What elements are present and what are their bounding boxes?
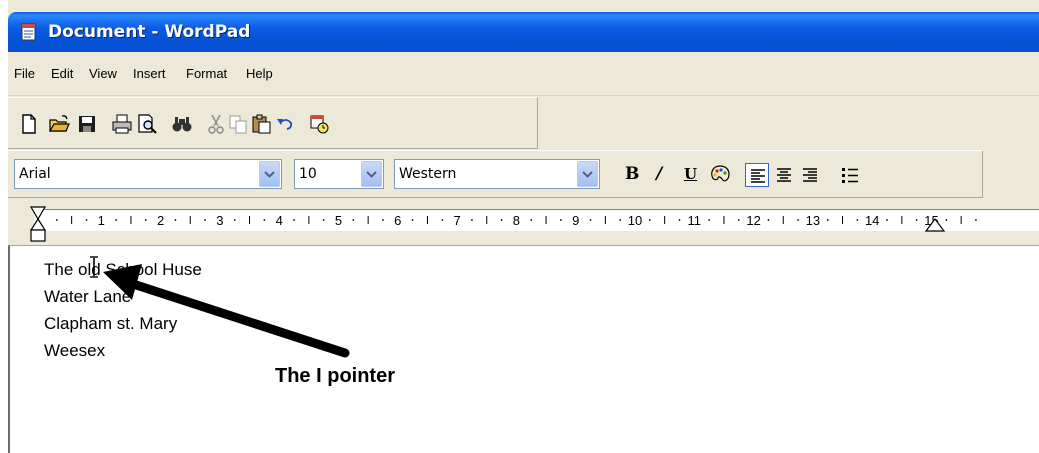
ruler-tick [500, 219, 503, 221]
ruler-tick [263, 219, 266, 221]
new-icon[interactable] [18, 113, 40, 135]
ruler-tick [411, 219, 414, 221]
ruler-tick [441, 219, 444, 221]
ruler-tick [233, 219, 236, 221]
ruler-label: 3 [216, 213, 223, 228]
ruler-label: 2 [157, 213, 164, 228]
ruler-tick [115, 219, 118, 221]
ruler-label: 1 [98, 213, 105, 228]
ruler-tick [945, 219, 948, 221]
ruler-tick [915, 219, 918, 221]
menu-bar: File Edit View Insert Format Help [8, 52, 1039, 96]
ruler-tick [530, 219, 533, 221]
ruler-label: 13 [806, 213, 820, 228]
ruler-tick [55, 219, 58, 221]
wordpad-app-icon [20, 23, 38, 41]
title-bar[interactable]: Document - WordPad [8, 12, 1039, 52]
ruler-tick [886, 219, 888, 221]
annotation-label: The I pointer [275, 365, 395, 387]
ruler-tick [619, 219, 622, 221]
hanging-indent-marker[interactable] [29, 217, 47, 231]
paste-icon[interactable] [250, 113, 272, 135]
ruler-tick [797, 219, 799, 221]
align-left-icon[interactable] [745, 163, 769, 187]
ruler-tick [648, 219, 651, 221]
ruler-tick [382, 219, 384, 221]
ruler-tick [708, 219, 711, 221]
print-preview-icon[interactable] [136, 113, 158, 135]
menu-edit[interactable]: Edit [51, 66, 73, 81]
font-size-combo[interactable]: 10 [294, 159, 384, 189]
ruler-tick [678, 219, 681, 221]
document-area[interactable]: The old School Huse Water Lane Clapham s… [8, 245, 1039, 453]
align-center-icon[interactable] [772, 163, 796, 187]
date-time-icon[interactable] [308, 113, 330, 135]
ruler-tick [767, 219, 770, 221]
font-name-combo[interactable]: Arial [14, 159, 282, 189]
print-icon[interactable] [111, 113, 133, 135]
chevron-down-icon[interactable] [361, 161, 382, 187]
ruler-tick [826, 219, 829, 221]
ruler[interactable]: 1 2 3 4 5 6 7 8 9 10 11 12 13 14 15 [8, 199, 1039, 245]
chevron-down-icon[interactable] [259, 161, 280, 187]
ruler-label: 6 [394, 213, 401, 228]
format-toolbar: Arial 10 Western B / U [8, 150, 983, 198]
menu-help[interactable]: Help [246, 66, 273, 81]
underline-button[interactable]: U [684, 165, 697, 183]
ruler-label: 5 [335, 213, 342, 228]
ruler-tick [975, 219, 977, 221]
ruler-tick [293, 219, 295, 221]
ruler-tick [856, 219, 859, 221]
document-line[interactable]: The old School Huse [44, 260, 202, 280]
chevron-down-icon[interactable] [577, 161, 598, 187]
ruler-label: 8 [513, 213, 520, 228]
align-right-icon[interactable] [798, 163, 822, 187]
menu-file[interactable]: File [14, 66, 35, 81]
ruler-tick [737, 219, 740, 221]
document-line[interactable]: Clapham st. Mary [44, 314, 177, 334]
script-combo[interactable]: Western [394, 159, 600, 189]
ruler-label: 11 [688, 213, 702, 228]
ruler-label: 12 [746, 213, 760, 228]
ruler-marks: 1 2 3 4 5 6 7 8 9 10 11 12 13 14 15 [29, 206, 977, 242]
menu-insert[interactable]: Insert [133, 66, 166, 81]
first-line-indent-marker[interactable] [29, 206, 47, 221]
bullets-icon[interactable] [838, 163, 862, 187]
document-line[interactable]: Weesex [44, 341, 105, 361]
script-value: Western [399, 166, 457, 182]
menu-format[interactable]: Format [186, 66, 227, 81]
save-icon[interactable] [76, 113, 98, 135]
color-palette-icon[interactable] [708, 163, 732, 187]
open-icon[interactable] [48, 113, 70, 135]
font-name-value: Arial [19, 166, 51, 182]
left-indent-marker[interactable] [30, 229, 46, 242]
window-title: Document - WordPad [48, 22, 251, 42]
menu-view[interactable]: View [89, 66, 117, 81]
standard-toolbar [8, 97, 538, 149]
wordpad-window: Document - WordPad File Edit View Insert… [8, 0, 1039, 453]
undo-icon[interactable] [274, 113, 296, 135]
cut-icon[interactable] [205, 113, 227, 135]
ruler-tick [174, 219, 177, 221]
bold-button[interactable]: B [625, 164, 639, 184]
ruler-label: 7 [453, 213, 460, 228]
ruler-tick [471, 219, 473, 221]
ruler-label: 4 [276, 213, 283, 228]
ruler-tick [204, 219, 206, 221]
ruler-tick [144, 219, 147, 221]
ruler-tick [559, 219, 562, 221]
ruler-label: 14 [865, 213, 879, 228]
ruler-tick [322, 219, 325, 221]
ruler-tick [85, 219, 88, 221]
ruler-tick [589, 219, 592, 221]
document-line[interactable]: Water Lane [44, 287, 131, 307]
ruler-label: 10 [628, 213, 642, 228]
ruler-label: 9 [572, 213, 579, 228]
ruler-tick [352, 219, 355, 221]
italic-button[interactable]: / [656, 164, 662, 184]
copy-icon[interactable] [227, 113, 249, 135]
font-size-value: 10 [299, 166, 317, 182]
find-icon[interactable] [171, 113, 193, 135]
